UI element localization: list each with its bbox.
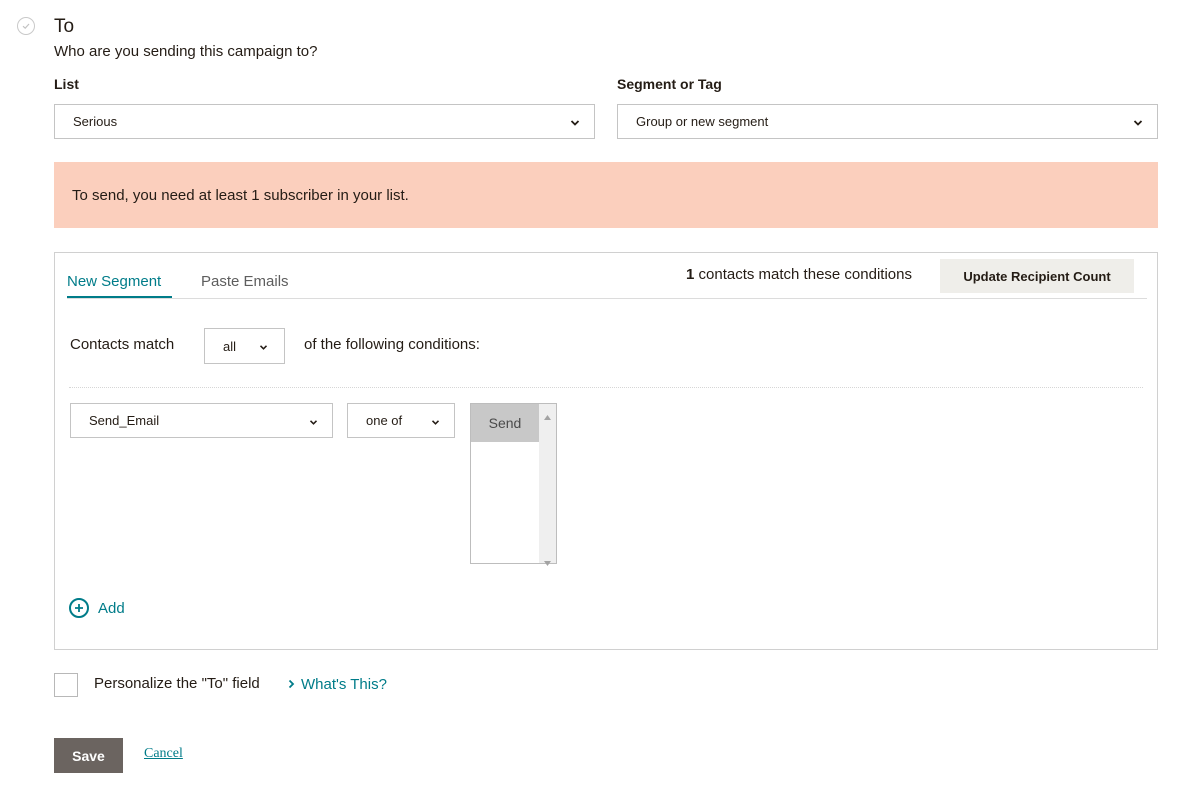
add-condition-label: Add bbox=[98, 599, 125, 617]
conditions-divider bbox=[69, 387, 1143, 388]
match-mode-select[interactable]: all bbox=[204, 328, 285, 364]
tab-new-segment[interactable]: New Segment bbox=[67, 273, 161, 290]
condition-field-select[interactable]: Send_Email bbox=[70, 403, 333, 438]
scroll-down-icon[interactable] bbox=[544, 553, 551, 571]
personalize-label: Personalize the "To" field bbox=[94, 675, 260, 692]
match-mode-value: all bbox=[223, 338, 237, 354]
match-count: 1 bbox=[686, 266, 695, 283]
personalize-checkbox[interactable] bbox=[54, 673, 78, 697]
section-title: To bbox=[54, 16, 75, 37]
condition-operator-value: one of bbox=[366, 413, 403, 428]
listbox-scrollbar[interactable] bbox=[539, 404, 556, 563]
scroll-up-icon[interactable] bbox=[544, 407, 551, 425]
condition-operator-select[interactable]: one of bbox=[347, 403, 455, 438]
warning-banner: To send, you need at least 1 subscriber … bbox=[54, 162, 1158, 228]
condition-field-value: Send_Email bbox=[89, 413, 160, 428]
segment-select[interactable]: Group or new segment bbox=[617, 104, 1158, 139]
plus-circle-icon bbox=[69, 598, 89, 618]
conditions-suffix: of the following conditions: bbox=[304, 336, 480, 353]
warning-text: To send, you need at least 1 subscriber … bbox=[72, 186, 409, 204]
match-count-text: 1 contacts match these conditions bbox=[686, 266, 912, 283]
chevron-down-icon bbox=[431, 413, 440, 428]
whats-this-label: What's This? bbox=[301, 676, 387, 693]
section-subtitle: Who are you sending this campaign to? bbox=[54, 43, 318, 60]
segment-panel bbox=[54, 252, 1158, 650]
update-recipient-count-button[interactable]: Update Recipient Count bbox=[940, 259, 1134, 293]
chevron-down-icon bbox=[309, 413, 318, 428]
match-count-label: contacts match these conditions bbox=[698, 266, 912, 283]
segment-select-value: Group or new segment bbox=[636, 114, 769, 129]
list-label: List bbox=[54, 76, 79, 92]
list-select[interactable]: Serious bbox=[54, 104, 595, 139]
cancel-link[interactable]: Cancel bbox=[144, 746, 183, 762]
contacts-match-label: Contacts match bbox=[70, 336, 175, 353]
chevron-right-icon bbox=[288, 676, 295, 693]
segment-label: Segment or Tag bbox=[617, 76, 722, 92]
chevron-down-icon bbox=[570, 114, 580, 129]
tab-paste-emails[interactable]: Paste Emails bbox=[201, 273, 289, 290]
tab-divider bbox=[67, 298, 1147, 299]
save-button[interactable]: Save bbox=[54, 738, 123, 773]
add-condition-button[interactable]: Add bbox=[69, 598, 125, 618]
active-tab-indicator bbox=[67, 296, 172, 298]
whats-this-link[interactable]: What's This? bbox=[288, 676, 387, 693]
list-select-value: Serious bbox=[73, 114, 118, 129]
chevron-down-icon bbox=[259, 339, 268, 354]
chevron-down-icon bbox=[1133, 114, 1143, 129]
step-check-icon bbox=[17, 17, 35, 35]
listbox-option-send[interactable]: Send bbox=[471, 404, 539, 442]
